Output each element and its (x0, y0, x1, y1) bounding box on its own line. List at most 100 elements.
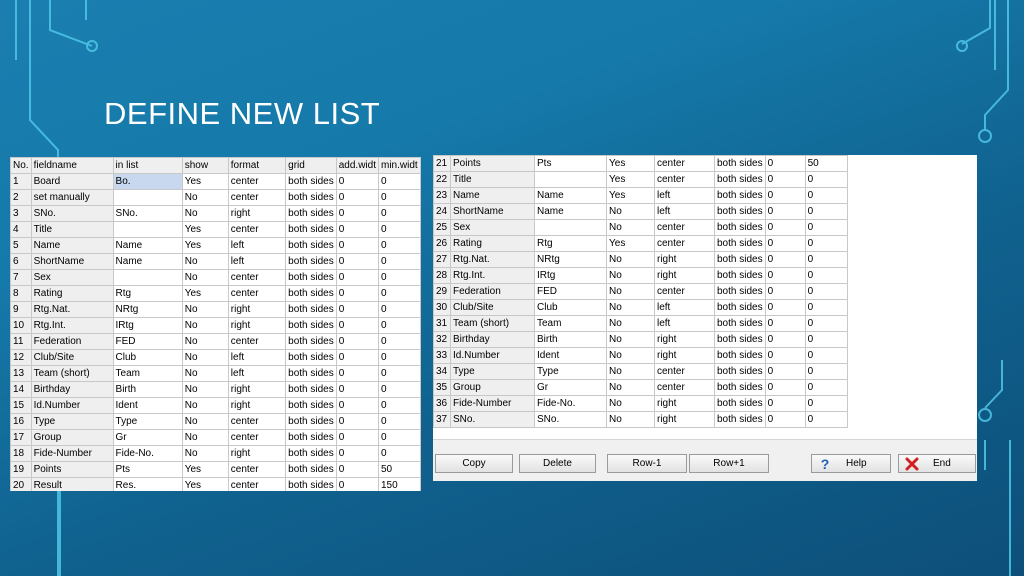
table-cell[interactable]: No (606, 379, 655, 396)
table-cell[interactable]: 0 (335, 205, 380, 222)
table-cell[interactable]: Yes (606, 171, 655, 188)
table-cell[interactable]: 0 (378, 173, 421, 190)
table-cell[interactable]: left (227, 365, 287, 382)
column-header[interactable]: No. (10, 157, 32, 174)
table-cell[interactable] (112, 189, 183, 206)
table-cell[interactable]: Rtg.Nat. (450, 251, 535, 268)
table-cell[interactable]: Rtg.Int. (450, 267, 535, 284)
table-cell[interactable]: Club (112, 349, 183, 366)
table-cell[interactable]: both sides (714, 187, 766, 204)
table-cell[interactable]: Birth (112, 381, 183, 398)
table-cell[interactable]: both sides (285, 221, 337, 238)
table-cell[interactable]: 0 (764, 283, 806, 300)
table-cell[interactable]: Name (534, 187, 607, 204)
table-cell[interactable]: 0 (764, 235, 806, 252)
table-cell[interactable]: right (227, 301, 287, 318)
table-cell[interactable]: 0 (804, 315, 848, 332)
table-cell[interactable]: No (606, 331, 655, 348)
table-cell[interactable]: center (654, 379, 715, 396)
table-cell[interactable]: both sides (714, 411, 766, 428)
column-header[interactable]: fieldname (30, 157, 114, 174)
table-cell[interactable]: 0 (335, 269, 380, 286)
table-cell[interactable]: 0 (378, 221, 421, 238)
table-cell[interactable]: Points (450, 155, 535, 172)
table-cell[interactable]: No (181, 253, 229, 270)
table-cell[interactable]: Team (short) (30, 365, 114, 382)
table-cell[interactable]: 0 (804, 331, 848, 348)
table-cell[interactable]: 0 (804, 187, 848, 204)
table-cell[interactable]: both sides (285, 477, 337, 491)
table-row[interactable]: 2 set manually No center both sides 0 0 (10, 189, 421, 206)
table-cell[interactable]: 0 (378, 413, 421, 430)
table-cell[interactable]: No (181, 445, 229, 462)
table-cell[interactable]: Birth (534, 331, 607, 348)
table-cell[interactable]: center (227, 189, 287, 206)
table-row[interactable]: 12 Club/Site Club No left both sides 0 0 (10, 349, 421, 366)
table-cell[interactable]: right (227, 317, 287, 334)
table-cell[interactable]: both sides (714, 395, 766, 412)
table-cell[interactable]: both sides (714, 379, 766, 396)
table-cell[interactable]: both sides (285, 349, 337, 366)
table-cell[interactable]: Yes (181, 173, 229, 190)
table-cell[interactable]: 0 (764, 315, 806, 332)
table-cell[interactable]: center (654, 283, 715, 300)
table-cell[interactable]: 0 (764, 187, 806, 204)
table-row[interactable]: 9 Rtg.Nat. NRtg No right both sides 0 0 (10, 301, 421, 318)
table-cell[interactable]: 0 (764, 363, 806, 380)
table-cell[interactable]: SNo. (534, 411, 607, 428)
table-cell[interactable]: No (606, 299, 655, 316)
table-cell[interactable]: 0 (764, 379, 806, 396)
table-row[interactable]: 3 SNo. SNo. No right both sides 0 0 (10, 205, 421, 222)
table-row[interactable]: 37 SNo. SNo. No right both sides 0 0 (433, 411, 848, 428)
table-cell[interactable]: both sides (285, 445, 337, 462)
table-cell[interactable]: both sides (285, 317, 337, 334)
table-row[interactable]: 24 ShortName Name No left both sides 0 0 (433, 203, 848, 220)
table-cell[interactable]: right (654, 395, 715, 412)
table-cell[interactable]: both sides (714, 315, 766, 332)
table-cell[interactable]: 0 (764, 299, 806, 316)
table-cell[interactable]: IRtg (534, 267, 607, 284)
table-cell[interactable]: Ident (534, 347, 607, 364)
table-row[interactable]: 18 Fide-Number Fide-No. No right both sides 0 0 (10, 445, 421, 462)
table-cell[interactable]: both sides (285, 429, 337, 446)
table-cell[interactable]: left (654, 187, 715, 204)
table-cell[interactable]: left (227, 253, 287, 270)
table-cell[interactable]: No (181, 381, 229, 398)
table-cell[interactable]: center (227, 461, 287, 478)
table-cell[interactable]: 0 (378, 301, 421, 318)
table-row[interactable]: 1 Board Bo. Yes center both sides 0 0 (10, 173, 421, 190)
table-row[interactable]: 27 Rtg.Nat. NRtg No right both sides 0 0 (433, 251, 848, 268)
table-cell[interactable]: No (181, 189, 229, 206)
table-cell[interactable]: 0 (378, 429, 421, 446)
table-row[interactable]: 19 Points Pts Yes center both sides 0 50 (10, 461, 421, 478)
table-row[interactable]: 7 Sex No center both sides 0 0 (10, 269, 421, 286)
table-row[interactable]: 15 Id.Number Ident No right both sides 0 0 (10, 397, 421, 414)
table-cell[interactable]: Fide-No. (534, 395, 607, 412)
column-header[interactable]: grid (285, 157, 337, 174)
table-cell[interactable]: both sides (714, 299, 766, 316)
column-header[interactable]: show (181, 157, 229, 174)
table-cell[interactable]: 150 (378, 477, 421, 491)
table-cell[interactable]: both sides (285, 269, 337, 286)
table-cell[interactable]: 0 (335, 237, 380, 254)
table-cell[interactable]: both sides (285, 253, 337, 270)
table-row[interactable]: 30 Club/Site Club No left both sides 0 0 (433, 299, 848, 316)
table-cell[interactable]: 0 (378, 205, 421, 222)
table-cell[interactable]: No (606, 315, 655, 332)
table-cell[interactable]: center (227, 477, 287, 491)
table-cell[interactable]: both sides (285, 173, 337, 190)
table-cell[interactable]: Result (30, 477, 114, 491)
table-cell[interactable]: center (654, 363, 715, 380)
table-cell[interactable]: Fide-Number (450, 395, 535, 412)
table-row[interactable]: 26 Rating Rtg Yes center both sides 0 0 (433, 235, 848, 252)
table-cell[interactable]: Name (30, 237, 114, 254)
table-cell[interactable]: IRtg (112, 317, 183, 334)
table-cell[interactable]: No (181, 333, 229, 350)
table-cell[interactable]: Club (534, 299, 607, 316)
table-row[interactable]: 14 Birthday Birth No right both sides 0 0 (10, 381, 421, 398)
table-cell[interactable]: Type (30, 413, 114, 430)
table-cell[interactable]: both sides (714, 363, 766, 380)
table-cell[interactable]: 0 (804, 395, 848, 412)
table-cell[interactable]: Birthday (450, 331, 535, 348)
table-cell[interactable]: right (654, 331, 715, 348)
